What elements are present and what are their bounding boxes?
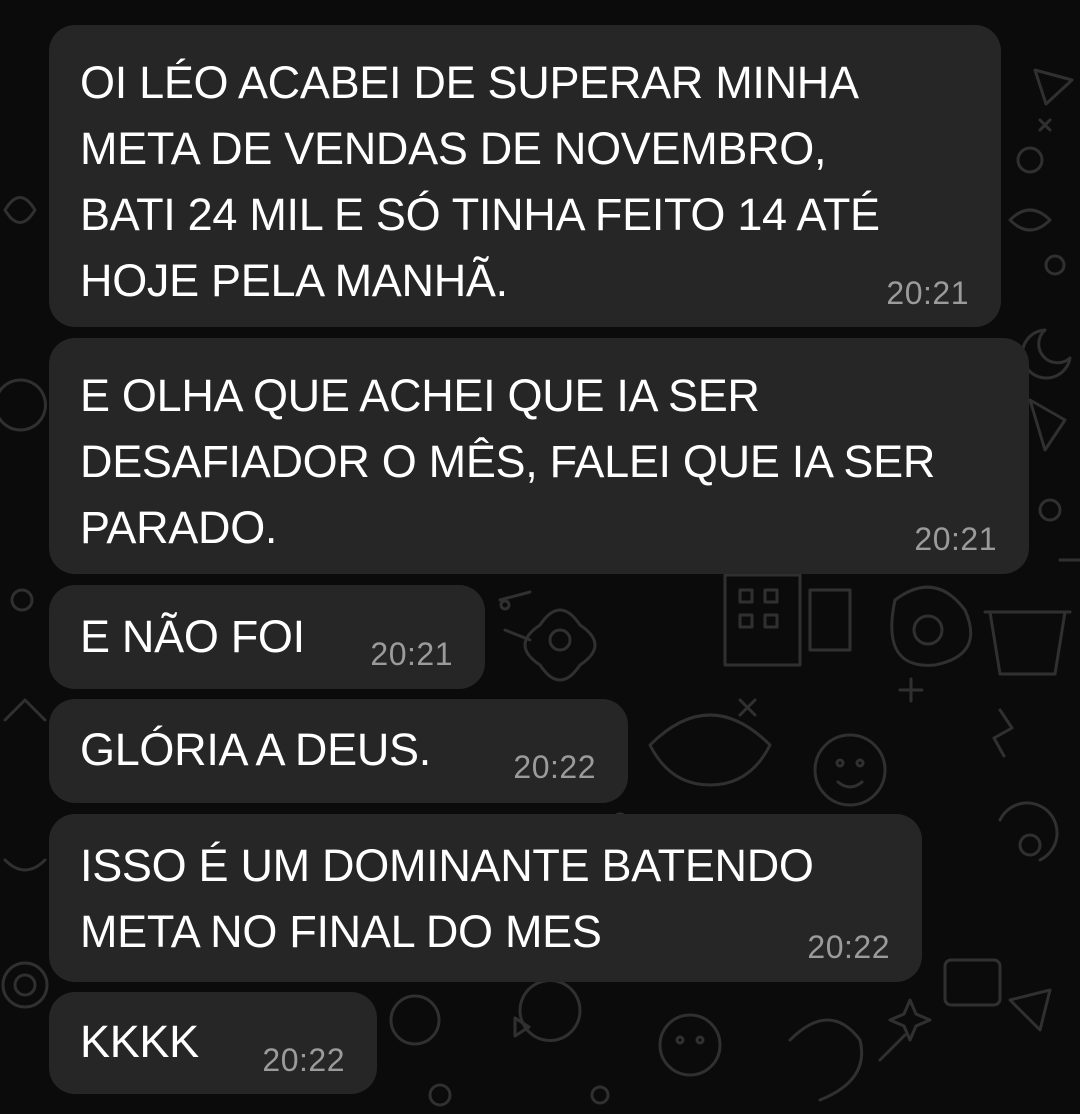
message-text: OI LÉO ACABEI DE SUPERAR MINHA META DE V…	[80, 57, 880, 306]
message-timestamp: 20:21	[914, 521, 997, 557]
message-bubble[interactable]: KKKK 20:22	[49, 992, 377, 1094]
message-bubble[interactable]: GLÓRIA A DEUS. 20:22	[49, 699, 628, 803]
message-text: ISSO É UM DOMINANTE BATENDO META NO FINA…	[80, 840, 814, 957]
message-text: E OLHA QUE ACHEI QUE IA SER DESAFIADOR O…	[80, 370, 936, 553]
message-text: GLÓRIA A DEUS.	[80, 724, 431, 775]
message-bubble[interactable]: E NÃO FOI 20:21	[49, 585, 485, 689]
message-text: E NÃO FOI	[80, 611, 305, 662]
message-text: KKKK	[80, 1016, 199, 1067]
chat-thread: OI LÉO ACABEI DE SUPERAR MINHA META DE V…	[0, 0, 1080, 1114]
message-bubble[interactable]: ISSO É UM DOMINANTE BATENDO META NO FINA…	[49, 814, 922, 982]
message-timestamp: 20:22	[807, 929, 890, 965]
message-timestamp: 20:22	[513, 749, 596, 785]
message-bubble[interactable]: E OLHA QUE ACHEI QUE IA SER DESAFIADOR O…	[49, 338, 1029, 574]
message-timestamp: 20:21	[886, 275, 969, 311]
message-timestamp: 20:21	[370, 636, 453, 672]
message-bubble[interactable]: OI LÉO ACABEI DE SUPERAR MINHA META DE V…	[49, 25, 1001, 327]
message-timestamp: 20:22	[262, 1042, 345, 1078]
